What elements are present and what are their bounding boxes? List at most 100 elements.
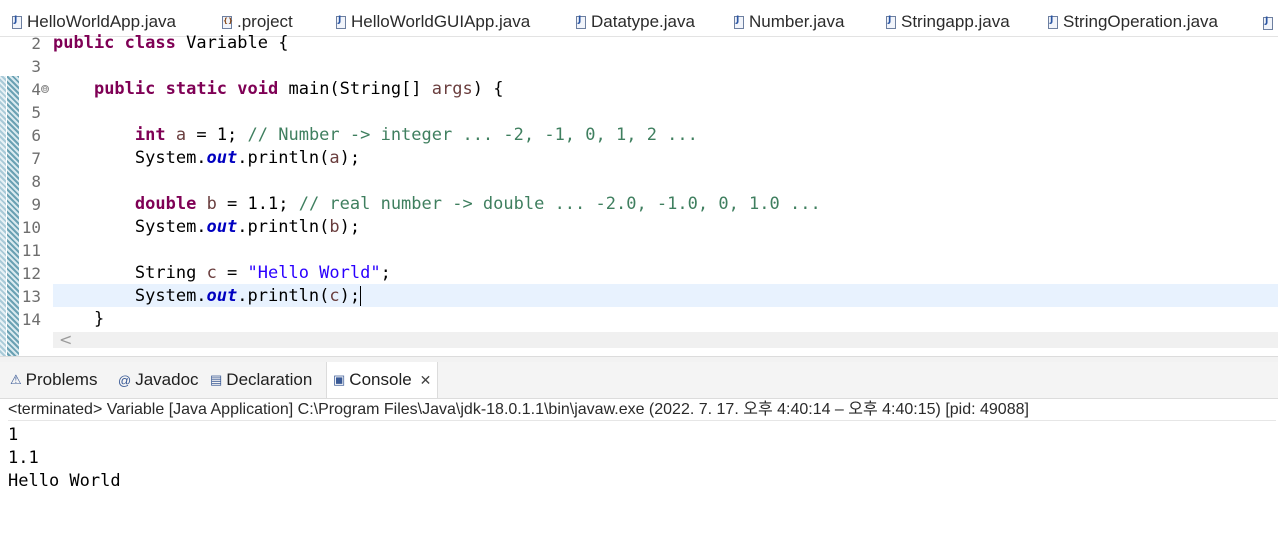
keyword: static [165,79,228,99]
code-line-6: int a = 1; // Number -> integer ... -2, … [53,124,698,147]
declaration-icon: ▤ [210,372,223,387]
code-text: ) { [472,79,504,99]
keyword: double [134,194,197,214]
code-line-2: public class Variable { [53,32,288,55]
local-variable: b [206,194,217,214]
code-line-12: String c = "Hello World"; [53,262,391,285]
tab-console[interactable]: ▣ Console ✕ [326,362,439,398]
line-number: 13 [21,287,41,306]
comment: // Number -> integer ... -2, -1, 0, 1, 2… [247,125,698,145]
line-number: 7 [31,149,41,168]
tab-label: StringOperation.java [1063,12,1218,31]
code-text: main(String[] [278,79,432,99]
local-variable: b [329,217,340,237]
line-number: 2 [31,34,41,53]
java-file-icon [1048,15,1058,29]
line-number: 3 [31,57,41,76]
code-text: = 1; [186,125,248,145]
code-line-9: double b = 1.1; // real number -> double… [53,193,821,216]
java-file-icon [576,15,586,29]
local-variable: c [329,286,340,306]
keyword: class [124,33,176,53]
code-text: ); [339,148,361,168]
tab-label: HelloWorldGUIApp.java [351,12,531,31]
code-line-14: } [53,308,104,331]
code-line-10: System.out.println(b); [53,216,360,239]
keyword: public [93,79,156,99]
tab-number[interactable]: Number.java [734,9,844,35]
tab-datatype[interactable]: Datatype.java [576,9,695,35]
line-number: 10 [21,218,41,237]
tab-label: HelloWorldApp.java [27,12,176,31]
keyword: int [134,125,166,145]
overview-ruler [0,76,6,364]
code-text: System. [134,217,207,237]
console-output-line: 1.1 [8,448,39,468]
code-text: ); [339,217,361,237]
line-number: 5 [31,103,41,122]
code-text: .println( [237,217,330,237]
scroll-left-icon[interactable]: < [59,330,72,349]
local-variable: c [206,263,217,283]
code-text: System. [134,148,207,168]
line-number: 4 [31,80,41,99]
horizontal-scrollbar[interactable]: < [53,330,1278,349]
console-output-line: 1 [8,425,19,445]
keyword: void [237,79,279,99]
tab-overflow[interactable] [1263,10,1278,36]
tab-label: Number.java [749,12,845,31]
tab-stringoperation[interactable]: StringOperation.java [1048,9,1218,35]
code-text: .println( [237,286,330,306]
local-variable: a [329,148,340,168]
tab-label: Problems [25,370,98,389]
code-line-7: System.out.println(a); [53,147,360,170]
tab-stringapp[interactable]: Stringapp.java [886,9,1010,35]
comment: // real number -> double ... -2.0, -1.0,… [298,194,821,214]
xml-file-icon [222,15,233,29]
javadoc-icon: @ [118,372,132,388]
code-text: } [93,309,105,329]
parameter: args [431,79,473,99]
text-caret [360,286,362,306]
java-file-icon [886,15,896,29]
tab-label: Javadoc [135,370,199,389]
code-text: Variable { [175,33,289,53]
line-number: 6 [31,126,41,145]
java-file-icon [12,15,22,29]
tab-problems[interactable]: ⚠ Problems [10,362,101,398]
line-number: 12 [21,264,41,283]
static-field: out [206,148,238,168]
console-output-line: Hello World [8,471,121,491]
tab-declaration[interactable]: ▤ Declaration [210,362,312,398]
code-editor[interactable]: 2 3 4 5 6 7 8 9 10 11 12 13 14 ⊖ public … [0,33,1278,366]
java-file-icon [336,15,346,29]
static-field: out [206,217,238,237]
tab-label: Datatype.java [591,12,695,31]
code-line-13: System.out.println(c); [53,285,362,308]
line-number: 9 [31,195,41,214]
code-text: .println( [237,148,330,168]
tab-label: Declaration [226,370,313,389]
console-icon: ▣ [333,372,346,387]
code-text: = 1.1; [216,194,299,214]
type-name: String [134,263,197,283]
local-variable: a [175,125,187,145]
line-number: 14 [21,310,41,329]
fold-collapse-icon[interactable]: ⊖ [41,85,49,93]
code-text: ); [339,286,361,306]
panel-tab-bar: ⚠ Problems @ Javadoc ▤ Declaration ▣ Con… [0,362,1278,399]
java-file-icon [734,15,744,29]
close-icon[interactable]: ✕ [420,372,432,389]
string-literal: "Hello World" [247,263,381,283]
tab-helloworldguiapp[interactable]: HelloWorldGUIApp.java [336,9,530,35]
tab-label: Stringapp.java [901,12,1010,31]
tab-label: .project [237,12,293,31]
console-status-line: <terminated> Variable [Java Application]… [8,400,1276,421]
static-field: out [206,286,238,306]
change-marker [7,76,19,366]
line-number: 8 [31,172,41,191]
code-text: ; [380,263,391,283]
keyword: public [53,33,115,53]
tab-javadoc[interactable]: @ Javadoc [118,362,199,398]
code-text: = [216,263,248,283]
